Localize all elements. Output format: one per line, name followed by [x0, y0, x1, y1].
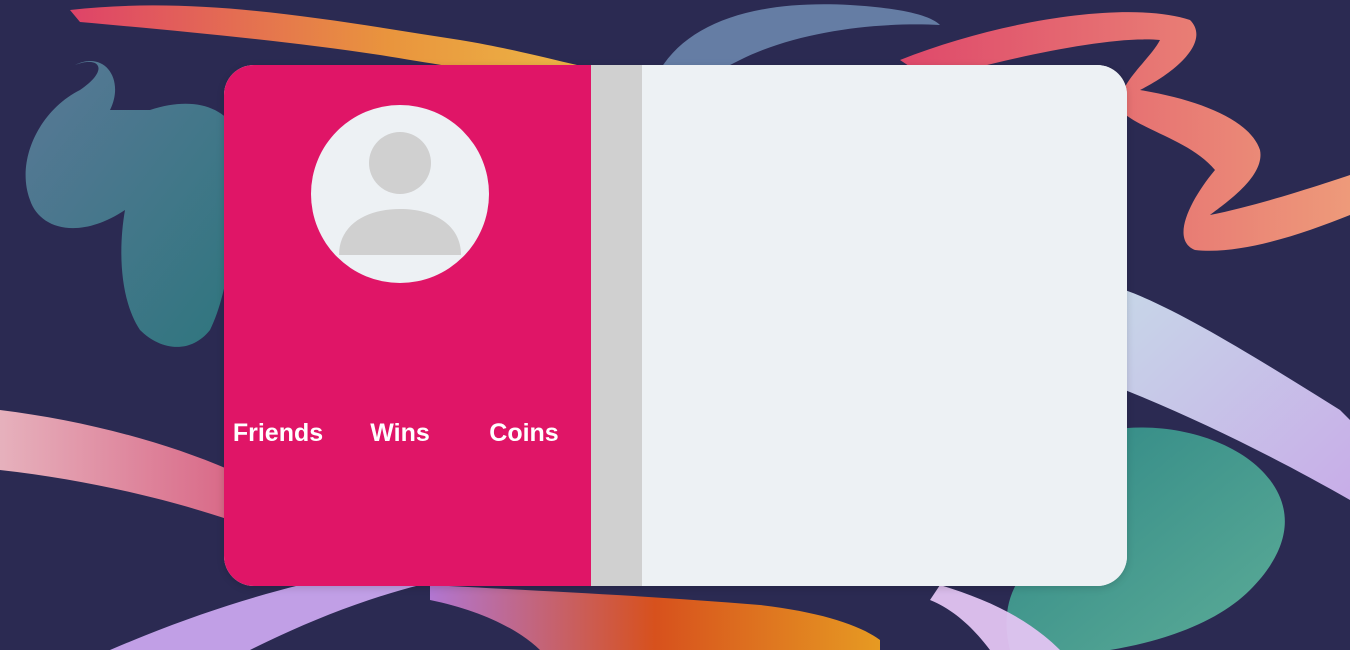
- friends-stat[interactable]: Friends: [228, 413, 328, 453]
- user-silhouette-icon: [339, 132, 461, 255]
- coins-stat[interactable]: Coins: [474, 413, 574, 453]
- profile-stats: Friends Wins Coins: [224, 413, 591, 453]
- profile-sidebar: Friends Wins Coins: [224, 65, 591, 586]
- content-panel: [642, 65, 1127, 586]
- panel-divider: [591, 65, 642, 586]
- profile-card: Friends Wins Coins: [224, 65, 1127, 586]
- avatar[interactable]: [311, 105, 489, 283]
- wins-stat[interactable]: Wins: [350, 413, 450, 453]
